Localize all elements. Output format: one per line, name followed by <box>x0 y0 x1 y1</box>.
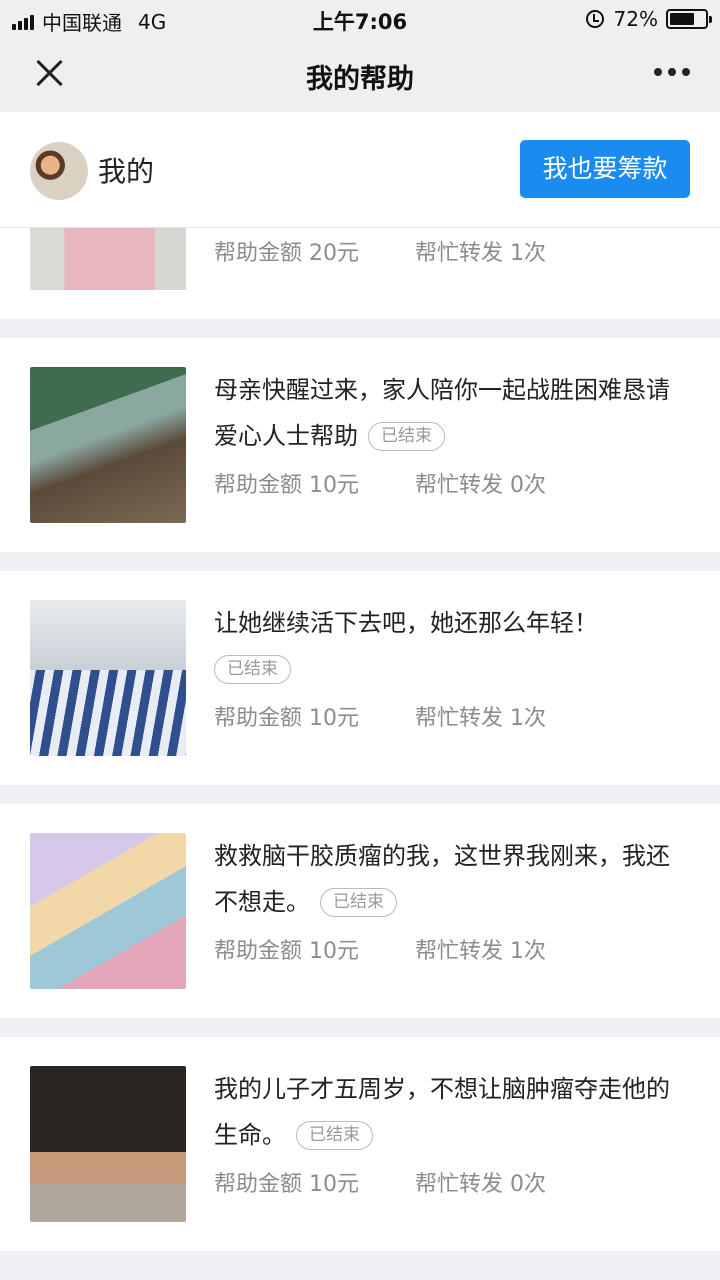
help-amount: 帮助金额 10元 <box>214 473 359 498</box>
help-amount: 帮助金额 10元 <box>214 939 359 964</box>
share-count: 帮忙转发 1次 <box>415 241 546 266</box>
help-record-card[interactable]: 让她继续活下去吧，她还那么年轻！ 已结束 帮助金额 10元 帮忙转发 1次 <box>0 571 720 785</box>
card-title: 救救脑干胶质瘤的我，这世界我刚来，我还不想走。 已结束 <box>214 842 670 917</box>
battery-percent: 72% <box>613 7 658 31</box>
ended-badge: 已结束 <box>320 888 397 917</box>
card-title: 我的儿子才五周岁，不想让脑肿瘤夺走他的生命。 已结束 <box>214 1075 670 1150</box>
share-count: 帮忙转发 1次 <box>415 939 546 964</box>
ended-badge: 已结束 <box>296 1121 373 1150</box>
more-icon[interactable] <box>648 68 690 76</box>
help-amount: 帮助金额 20元 <box>214 241 359 266</box>
card-stats: 帮助金额 10元 帮忙转发 1次 <box>214 933 546 965</box>
help-amount: 帮助金额 10元 <box>214 1172 359 1197</box>
ended-badge: 已结束 <box>368 422 445 451</box>
help-record-card[interactable]: 我的儿子才五周岁，不想让脑肿瘤夺走他的生命。 已结束 帮助金额 10元 帮忙转发 … <box>0 1037 720 1251</box>
avatar[interactable] <box>30 142 88 200</box>
project-thumbnail <box>30 367 186 523</box>
card-stats: 帮助金额 10元 帮忙转发 0次 <box>214 1166 546 1198</box>
project-thumbnail <box>30 833 186 989</box>
help-amount: 帮助金额 10元 <box>214 706 359 731</box>
card-stats: 帮助金额 20元 帮忙转发 1次 <box>214 235 546 267</box>
help-record-card[interactable]: 帮助金额 20元 帮忙转发 1次 <box>0 134 720 319</box>
ended-badge: 已结束 <box>214 655 291 684</box>
battery-icon <box>666 9 712 29</box>
card-stats: 帮助金额 10元 帮忙转发 1次 <box>214 700 546 732</box>
status-bar: 中国联通 4G 上午7:06 72% <box>0 0 720 38</box>
project-thumbnail <box>30 600 186 756</box>
help-record-card[interactable]: 救救脑干胶质瘤的我，这世界我刚来，我还不想走。 已结束 帮助金额 10元 帮忙转发… <box>0 804 720 1018</box>
card-stats: 帮助金额 10元 帮忙转发 0次 <box>214 467 546 499</box>
profile-bar: 我的 我也要筹款 <box>0 112 720 228</box>
profile-label: 我的 <box>98 155 155 188</box>
page-title: 我的帮助 <box>306 64 414 95</box>
start-fundraising-button[interactable]: 我也要筹款 <box>520 140 690 198</box>
help-record-card[interactable]: 母亲快醒过来，家人陪你一起战胜困难恳请爱心人士帮助 已结束 帮助金额 10元 帮忙… <box>0 338 720 552</box>
alarm-icon <box>585 10 604 28</box>
card-title: 让她继续活下去吧，她还那么年轻！ 已结束 <box>214 600 674 692</box>
card-title: 母亲快醒过来，家人陪你一起战胜困难恳请爱心人士帮助 已结束 <box>214 376 670 451</box>
share-count: 帮忙转发 1次 <box>415 706 546 731</box>
project-thumbnail <box>30 1066 186 1222</box>
nav-bar: 我的帮助 <box>0 38 720 112</box>
share-count: 帮忙转发 0次 <box>415 473 546 498</box>
share-count: 帮忙转发 0次 <box>415 1172 546 1197</box>
